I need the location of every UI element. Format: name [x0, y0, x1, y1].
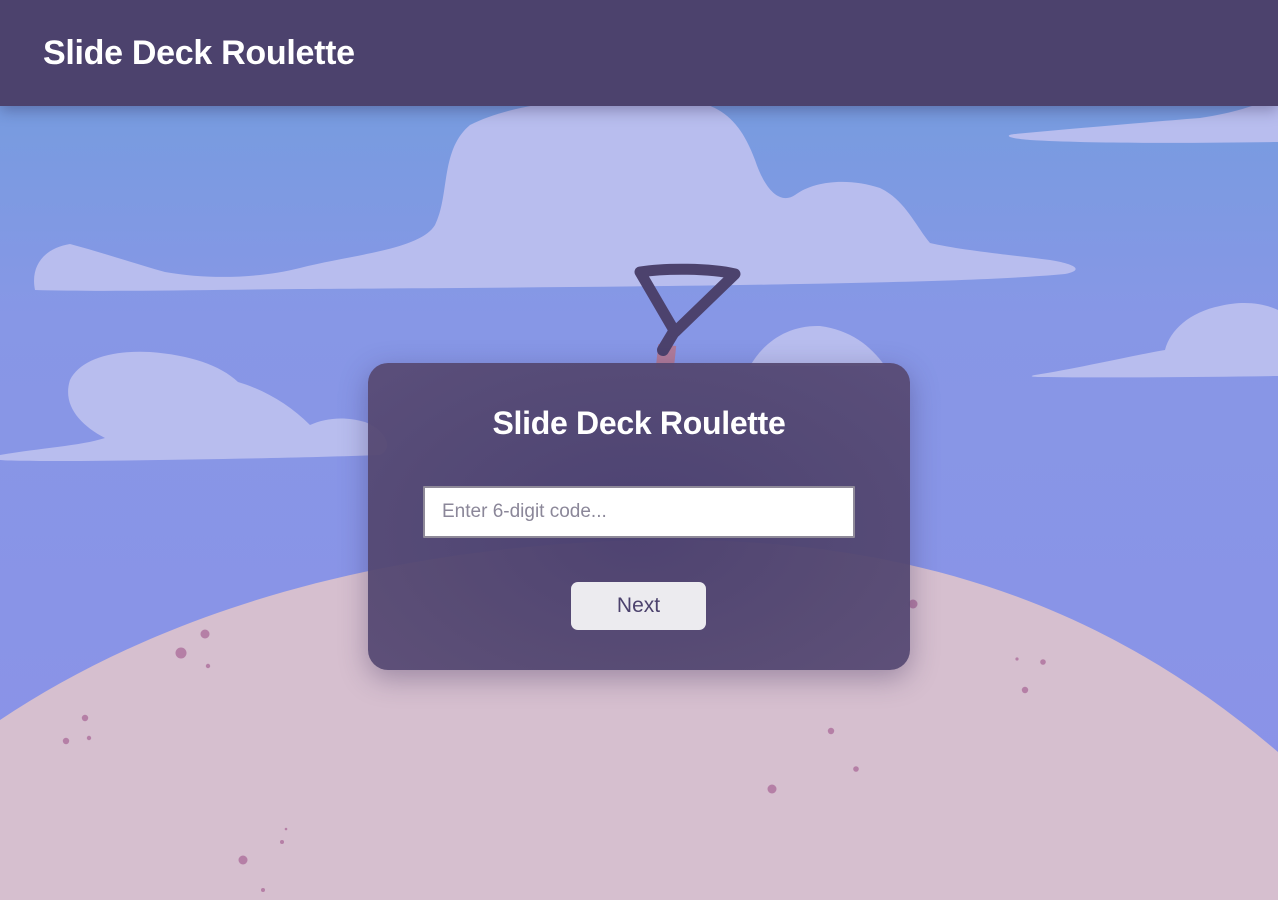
page: Slide Deck Roulette Slide Deck Roulette … [0, 0, 1278, 900]
app-title: Slide Deck Roulette [43, 34, 355, 72]
top-bar: Slide Deck Roulette [0, 0, 1278, 106]
next-button[interactable]: Next [571, 582, 706, 630]
code-input[interactable] [423, 486, 855, 538]
join-card: Slide Deck Roulette Next [368, 363, 910, 670]
card-title: Slide Deck Roulette [492, 405, 786, 441]
